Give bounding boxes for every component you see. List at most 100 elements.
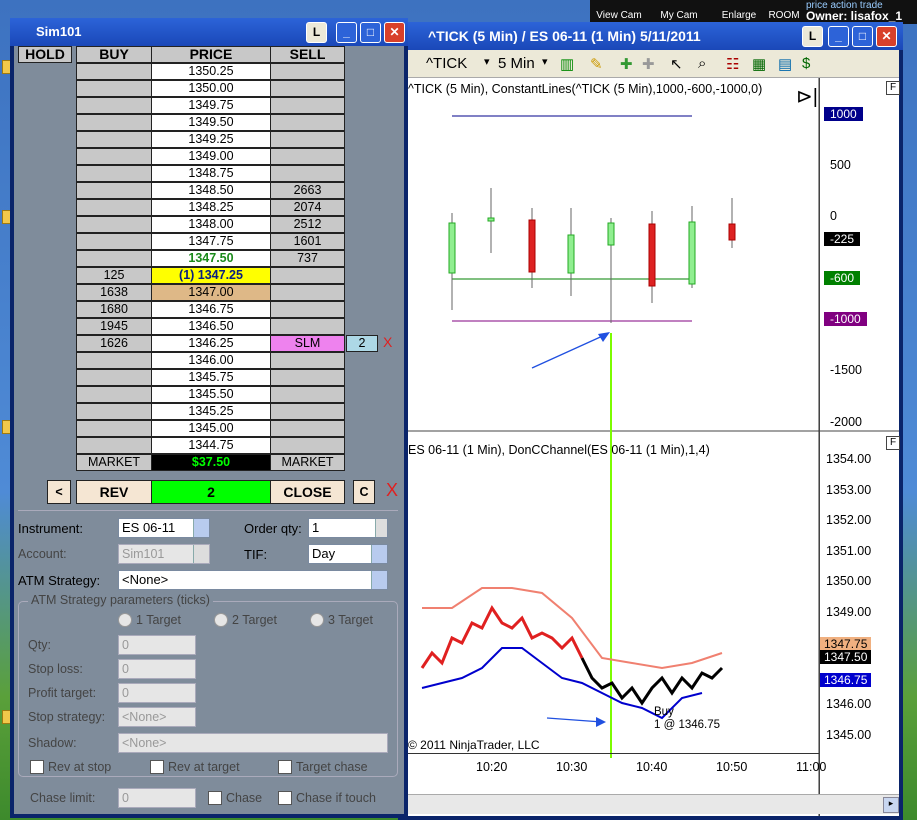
- ladder-buy-cell[interactable]: 1945: [76, 318, 152, 335]
- ladder-buy-cell[interactable]: 1638: [76, 284, 152, 301]
- atm-strategy-label: ATM Strategy:: [18, 573, 101, 588]
- rev-button[interactable]: REV: [76, 480, 152, 504]
- ladder-buy-cell[interactable]: [76, 165, 152, 182]
- view-cam-button[interactable]: View Cam: [590, 2, 648, 22]
- ladder-sell-cell[interactable]: [270, 80, 345, 97]
- maximize-button[interactable]: □: [360, 22, 381, 43]
- instrument-dropdown-icon[interactable]: ▾: [484, 55, 490, 68]
- minimize-button[interactable]: _: [828, 26, 849, 47]
- ladder-buy-cell[interactable]: [76, 114, 152, 131]
- ladder-sell-cell[interactable]: [270, 63, 345, 80]
- chevron-down-icon[interactable]: [371, 571, 387, 589]
- f-button-top[interactable]: F: [886, 81, 900, 95]
- ladder-sell-cell[interactable]: SLM: [270, 335, 345, 352]
- close-position-button[interactable]: CLOSE: [270, 480, 345, 504]
- ladder-buy-cell[interactable]: [76, 233, 152, 250]
- lock-button[interactable]: L: [802, 26, 823, 47]
- scroll-right-icon[interactable]: ▸: [883, 797, 899, 813]
- ladder-buy-cell[interactable]: [76, 250, 152, 267]
- enlarge-button[interactable]: Enlarge: [710, 2, 768, 22]
- c-button[interactable]: C: [353, 480, 375, 504]
- axis-1353: 1353.00: [826, 483, 872, 497]
- strategies-icon[interactable]: ▤: [778, 55, 792, 73]
- dollar-icon[interactable]: $: [802, 55, 810, 72]
- ladder-buy-cell[interactable]: [76, 182, 152, 199]
- ladder-sell-cell[interactable]: [270, 386, 345, 403]
- maximize-button[interactable]: □: [852, 26, 873, 47]
- stop-loss-label: Stop loss:: [28, 662, 83, 676]
- back-button[interactable]: <: [47, 480, 71, 504]
- ladder-sell-cell[interactable]: [270, 420, 345, 437]
- ladder-buy-cell[interactable]: [76, 97, 152, 114]
- ladder-buy-cell[interactable]: [76, 369, 152, 386]
- ladder-sell-cell[interactable]: [270, 114, 345, 131]
- ladder-sell-cell[interactable]: [270, 267, 345, 284]
- room-button[interactable]: ROOM: [766, 2, 802, 22]
- minimize-button[interactable]: _: [336, 22, 357, 43]
- ladder-buy-cell[interactable]: [76, 131, 152, 148]
- ladder-buy-cell[interactable]: [76, 199, 152, 216]
- lock-button[interactable]: L: [306, 22, 327, 43]
- ladder-sell-cell[interactable]: [270, 97, 345, 114]
- ladder-buy-cell[interactable]: [76, 386, 152, 403]
- ladder-sell-cell[interactable]: [270, 148, 345, 165]
- ladder-sell-cell[interactable]: [270, 131, 345, 148]
- ladder-sell-cell[interactable]: 737: [270, 250, 345, 267]
- ladder-sell-cell[interactable]: 2074: [270, 199, 345, 216]
- close-window-button[interactable]: ✕: [384, 22, 405, 43]
- cancel-all-icon[interactable]: X: [386, 480, 398, 501]
- ladder-sell-cell[interactable]: [270, 165, 345, 182]
- pencil-icon[interactable]: ✎: [590, 55, 603, 73]
- ladder-buy-cell[interactable]: [76, 216, 152, 233]
- instrument-field[interactable]: ES 06-11: [118, 518, 210, 538]
- properties-icon[interactable]: ☷: [726, 55, 739, 73]
- order-qty-stepper[interactable]: 1: [308, 518, 388, 538]
- pnl-display: $37.50: [151, 454, 271, 471]
- cursor-icon[interactable]: ↖: [670, 55, 683, 73]
- ladder-sell-cell[interactable]: [270, 318, 345, 335]
- atm-strategy-select[interactable]: <None>: [118, 570, 388, 590]
- chevron-down-icon[interactable]: [371, 545, 387, 563]
- interval-dropdown-icon[interactable]: ▾: [542, 55, 548, 68]
- ladder-buy-cell[interactable]: 125: [76, 267, 152, 284]
- ladder-sell-cell[interactable]: [270, 437, 345, 454]
- instrument-value: ES 06-11: [122, 520, 176, 535]
- f-button-bottom[interactable]: F: [886, 436, 900, 450]
- crosshair-icon[interactable]: ✚: [620, 55, 633, 73]
- bar-style-icon[interactable]: ▥: [560, 55, 574, 73]
- drawing-tool-icon[interactable]: ✚: [642, 55, 655, 73]
- close-window-button[interactable]: ✕: [876, 26, 897, 47]
- ladder-sell-cell[interactable]: [270, 369, 345, 386]
- ladder-sell-cell[interactable]: [270, 301, 345, 318]
- ladder-buy-cell[interactable]: [76, 437, 152, 454]
- my-cam-button[interactable]: My Cam: [650, 2, 708, 22]
- ladder-sell-cell[interactable]: 2663: [270, 182, 345, 199]
- ladder-sell-cell[interactable]: [270, 284, 345, 301]
- ladder-buy-cell[interactable]: [76, 148, 152, 165]
- interval-selector[interactable]: 5 Min: [498, 55, 535, 72]
- scroll-end-icon[interactable]: ⊳|: [796, 84, 818, 108]
- ladder-buy-cell[interactable]: [76, 352, 152, 369]
- zoom-icon[interactable]: ⌕: [698, 55, 706, 72]
- tif-select[interactable]: Day: [308, 544, 388, 564]
- ladder-buy-cell[interactable]: [76, 63, 152, 80]
- slm-qty[interactable]: 2: [346, 335, 378, 352]
- ladder-buy-cell[interactable]: [76, 80, 152, 97]
- ladder-sell-cell[interactable]: [270, 403, 345, 420]
- indicators-icon[interactable]: ▦: [752, 55, 766, 73]
- chevron-down-icon[interactable]: [193, 519, 209, 537]
- market-sell-button[interactable]: MARKET: [270, 454, 345, 471]
- hold-header[interactable]: HOLD: [18, 46, 72, 63]
- ladder-buy-cell[interactable]: [76, 420, 152, 437]
- stepper-icon[interactable]: [375, 519, 387, 537]
- ladder-buy-cell[interactable]: [76, 403, 152, 420]
- instrument-selector[interactable]: ^TICK: [426, 55, 467, 72]
- ladder-buy-cell[interactable]: 1680: [76, 301, 152, 318]
- market-buy-button[interactable]: MARKET: [76, 454, 152, 471]
- cancel-order-icon[interactable]: X: [383, 334, 392, 350]
- ladder-sell-cell[interactable]: 2512: [270, 216, 345, 233]
- horizontal-scrollbar[interactable]: ▸: [402, 794, 899, 814]
- ladder-sell-cell[interactable]: [270, 352, 345, 369]
- ladder-sell-cell[interactable]: 1601: [270, 233, 345, 250]
- ladder-buy-cell[interactable]: 1626: [76, 335, 152, 352]
